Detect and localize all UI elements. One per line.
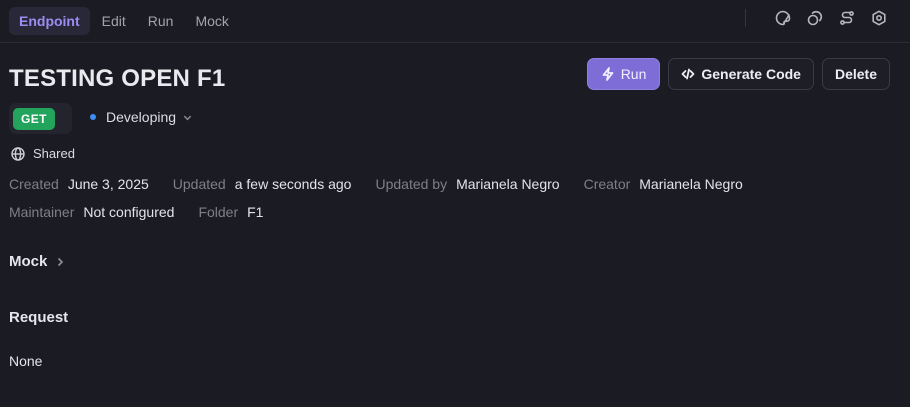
updated-value: a few seconds ago: [234, 176, 352, 192]
maintainer-label: Maintainer: [9, 204, 75, 220]
palette-icon[interactable]: [774, 9, 792, 27]
globe-icon: [11, 146, 25, 161]
chevron-right-icon: [58, 257, 64, 266]
run-button-label: Run: [620, 66, 647, 82]
tab-mock[interactable]: Mock: [185, 7, 238, 35]
created-label: Created: [9, 176, 59, 192]
copy-icon[interactable]: [806, 9, 824, 27]
folder-label: Folder: [198, 204, 239, 220]
folder-value: F1: [247, 204, 264, 220]
mock-section-toggle[interactable]: Mock: [9, 253, 65, 270]
visibility-indicator: Shared: [11, 146, 75, 161]
page-title: TESTING OPEN F1: [9, 65, 226, 92]
top-tab-bar: Endpoint Edit Run Mock: [0, 0, 910, 43]
updated-label: Updated: [172, 176, 226, 192]
action-buttons: Run Generate Code Delete: [586, 58, 890, 90]
status-dot-icon: [90, 114, 96, 120]
lightning-icon: [602, 67, 614, 81]
toolbar-icons: [745, 9, 888, 27]
generate-code-button[interactable]: Generate Code: [668, 58, 814, 90]
creator-value: Marianela Negro: [639, 176, 743, 192]
status-dropdown[interactable]: Developing: [90, 109, 193, 125]
tab-list: Endpoint Edit Run Mock: [9, 7, 239, 35]
method-badge: GET: [13, 107, 55, 130]
creator-label: Creator: [583, 176, 631, 192]
mock-section-title: Mock: [9, 253, 48, 270]
chevron-down-icon: [183, 115, 192, 120]
request-section-label: Request: [9, 309, 69, 326]
meta-row-1: Created June 3, 2025 Updated a few secon…: [9, 176, 767, 192]
tab-endpoint[interactable]: Endpoint: [9, 7, 90, 35]
meta-row-2: Maintainer Not configured Folder F1: [9, 204, 287, 220]
status-label: Developing: [106, 109, 177, 125]
updated-by-value: Marianela Negro: [456, 176, 560, 192]
settings-icon[interactable]: [870, 9, 888, 27]
code-icon: [681, 68, 695, 80]
route-icon[interactable]: [838, 9, 856, 27]
run-button[interactable]: Run: [586, 58, 661, 90]
created-value: June 3, 2025: [67, 176, 149, 192]
toolbar-divider: [745, 9, 746, 27]
delete-button-label: Delete: [834, 66, 877, 82]
tab-run[interactable]: Run: [138, 7, 184, 35]
visibility-label: Shared: [33, 146, 75, 161]
request-value: None: [9, 353, 43, 369]
tab-edit[interactable]: Edit: [92, 7, 136, 35]
method-selector[interactable]: GET: [9, 103, 72, 134]
updated-by-label: Updated by: [375, 176, 448, 192]
maintainer-value: Not configured: [83, 204, 175, 220]
request-section-title: Request: [9, 309, 68, 326]
generate-code-label: Generate Code: [701, 66, 801, 82]
delete-button[interactable]: Delete: [821, 58, 890, 90]
